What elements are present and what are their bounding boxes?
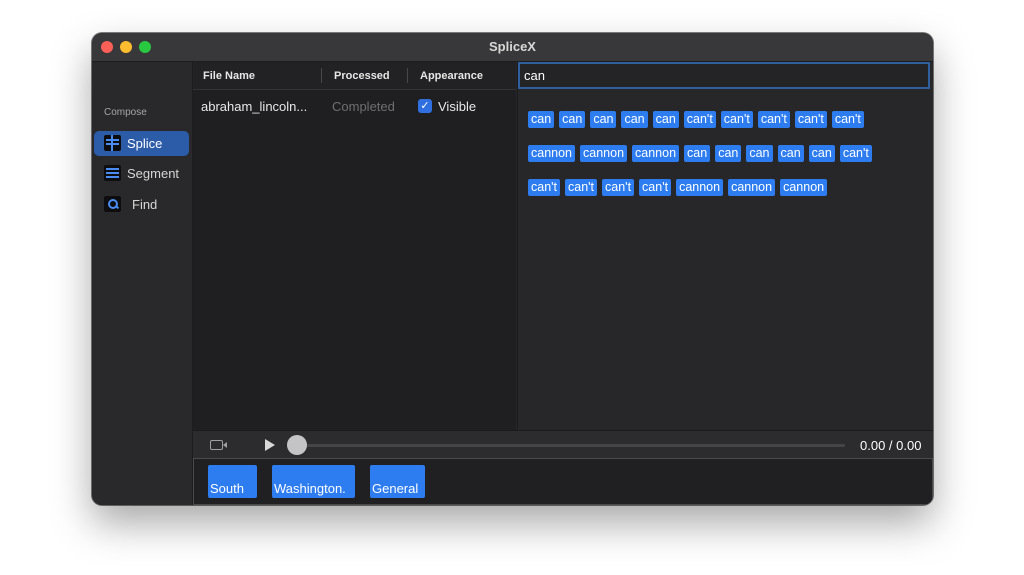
result-chip[interactable]: can't [720, 111, 753, 128]
result-chip[interactable]: can't [639, 179, 672, 196]
result-row: can can can can can can't can't can't ca… [528, 111, 928, 128]
clip-block[interactable]: South [208, 465, 257, 498]
time-readout: 0.00 / 0.00 [860, 438, 922, 453]
result-row: cannon cannon cannon can can can can can… [528, 145, 928, 162]
sidebar-item-label: Segment [127, 166, 180, 181]
table-header: File Name Processed Appearance [193, 62, 516, 90]
result-chip[interactable]: can [559, 111, 586, 128]
result-chip[interactable]: can't [839, 145, 872, 162]
result-chip[interactable]: cannon [528, 145, 576, 162]
column-header-file-name[interactable]: File Name [203, 70, 255, 82]
column-divider [407, 68, 408, 83]
playback-bar: 0.00 / 0.00 [193, 430, 933, 459]
result-chip[interactable]: can [715, 145, 742, 162]
visible-checkbox[interactable]: ✓ [418, 99, 432, 113]
column-header-processed[interactable]: Processed [334, 70, 390, 82]
result-chip[interactable]: cannon [580, 145, 628, 162]
clip-block[interactable]: General [370, 465, 425, 498]
play-icon[interactable] [265, 439, 275, 451]
sidebar: Compose Splice Segment Find [92, 62, 193, 505]
file-table: File Name Processed Appearance abraham_l… [193, 62, 516, 430]
scrubber-thumb[interactable] [287, 435, 307, 455]
sidebar-item-splice[interactable]: Splice [94, 131, 189, 156]
appearance-cell: Visible [438, 99, 477, 114]
magnifier-icon [104, 196, 121, 212]
result-chip[interactable]: cannon [728, 179, 776, 196]
search-pane: can can can can can can't can't can't ca… [517, 62, 933, 430]
clip-timeline: South Washington. General [193, 458, 933, 505]
video-camera-icon[interactable] [210, 440, 227, 450]
result-chip[interactable]: can [777, 145, 804, 162]
result-chip[interactable]: can't [831, 111, 864, 128]
search-results: can can can can can can't can't can't ca… [528, 111, 928, 213]
result-chip[interactable]: can [621, 111, 648, 128]
column-header-appearance[interactable]: Appearance [420, 70, 483, 82]
splice-grid-icon [104, 135, 121, 151]
title-bar[interactable]: SpliceX [92, 33, 933, 62]
result-chip[interactable]: can't [565, 179, 598, 196]
sidebar-section-header: Compose [104, 107, 147, 118]
sidebar-item-find[interactable]: Find [94, 192, 189, 217]
result-chip[interactable]: can [590, 111, 617, 128]
result-chip[interactable]: cannon [676, 179, 724, 196]
result-chip[interactable]: can [652, 111, 679, 128]
result-chip[interactable]: can't [757, 111, 790, 128]
segment-list-icon [104, 165, 121, 181]
processed-cell: Completed [332, 99, 395, 114]
result-row: can't can't can't can't cannon cannon ca… [528, 179, 928, 196]
result-chip[interactable]: cannon [780, 179, 828, 196]
result-chip[interactable]: can [808, 145, 835, 162]
window-title: SpliceX [489, 39, 536, 54]
result-chip[interactable]: can't [602, 179, 635, 196]
sidebar-item-label: Splice [127, 136, 163, 151]
result-chip[interactable]: can [746, 145, 773, 162]
result-chip[interactable]: can [528, 111, 555, 128]
result-chip[interactable]: can't [794, 111, 827, 128]
result-chip[interactable]: cannon [632, 145, 680, 162]
clip-block[interactable]: Washington. [272, 465, 355, 498]
column-divider [321, 68, 322, 83]
sidebar-item-segment[interactable]: Segment [94, 161, 189, 186]
result-chip[interactable]: can [684, 145, 711, 162]
result-chip[interactable]: can't [528, 179, 561, 196]
app-window: SpliceX Compose Splice Segment Find File… [92, 33, 933, 505]
result-chip[interactable]: can't [683, 111, 716, 128]
search-input[interactable] [518, 62, 930, 89]
file-name-cell: abraham_lincoln... [201, 99, 308, 114]
sidebar-item-label: Find [132, 197, 158, 212]
scrubber-track[interactable] [291, 444, 845, 447]
